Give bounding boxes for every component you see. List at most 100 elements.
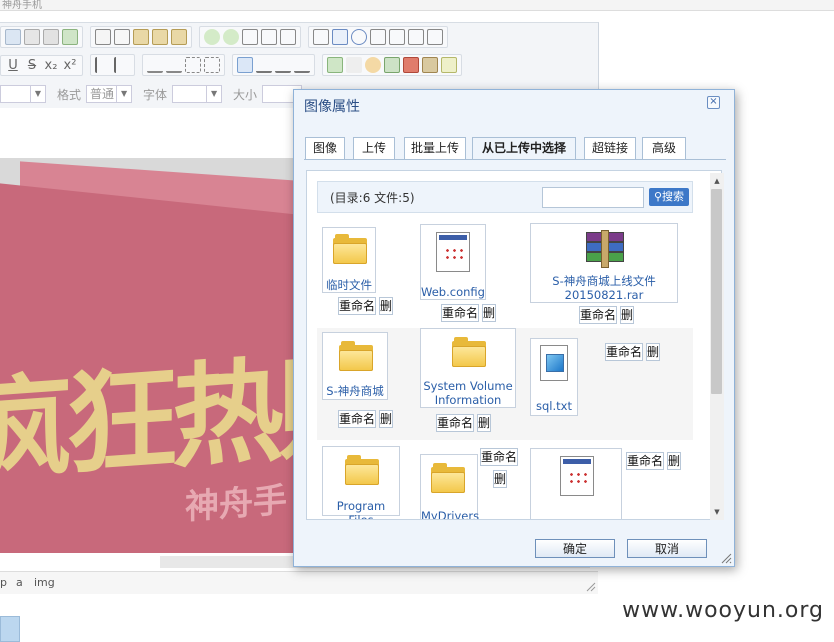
replace-icon[interactable] [261,29,277,45]
editor-resize-grip-icon[interactable] [584,580,596,592]
path-item-p[interactable]: p [0,576,7,589]
font-select[interactable]: ▼ [172,85,223,103]
file-thumb[interactable]: sql.txt [530,338,578,416]
superscript-icon[interactable]: x² [62,58,78,73]
paste-word-icon[interactable] [171,29,187,45]
blockquote-icon[interactable] [185,57,201,73]
delete-button[interactable]: 删 [646,343,660,361]
search-button[interactable]: ⚲搜索 [649,188,689,206]
flash-icon[interactable] [384,57,400,73]
tab-image[interactable]: 图像 [305,137,345,159]
delete-button[interactable]: 删 [667,452,681,470]
textfield-icon[interactable] [370,29,386,45]
path-item-a[interactable]: a [16,576,23,589]
format-select[interactable]: 普通 ▼ [86,85,133,103]
search-input[interactable] [542,187,644,208]
indent-icon[interactable] [166,57,182,73]
file-name[interactable]: 临时文件 [323,278,375,292]
redo-icon[interactable] [223,29,239,45]
rename-button[interactable]: 重命名 [626,452,664,470]
image-icon[interactable] [327,57,343,73]
delete-button[interactable]: 删 [477,414,491,432]
tab-batch-upload[interactable]: 批量上传 [404,137,466,159]
copy-icon[interactable] [114,29,130,45]
new-doc-icon[interactable] [5,29,21,45]
div-icon[interactable] [204,57,220,73]
tab-advanced[interactable]: 高级 [642,137,686,159]
file-thumb[interactable]: System Volume Information [420,328,516,408]
subscript-icon[interactable]: x₂ [43,58,59,73]
print-preview-icon[interactable] [24,29,40,45]
left-blue-button[interactable] [0,616,20,642]
file-thumb[interactable] [530,448,622,519]
align-justify-icon[interactable] [294,57,310,73]
find-icon[interactable] [242,29,258,45]
page-break-icon[interactable] [441,57,457,73]
close-icon[interactable]: × [707,96,720,109]
templates-icon[interactable] [62,29,78,45]
anchor-icon[interactable] [365,57,381,73]
style-select[interactable]: ▼ [0,85,46,103]
underline-icon[interactable]: U [5,58,21,73]
file-thumb[interactable]: Program Files [322,446,400,519]
delete-button[interactable]: 删 [379,410,393,428]
align-left-icon[interactable] [237,57,253,73]
file-name[interactable]: MyDrivers [421,509,479,519]
delete-button[interactable]: 删 [620,306,634,324]
scrollbar-thumb[interactable] [711,189,722,394]
file-list-scrollbar[interactable]: ▲ ▼ [710,173,724,520]
file-thumb[interactable]: MyDrivers [420,454,479,519]
undo-icon[interactable] [204,29,220,45]
bullet-list-icon[interactable] [114,57,130,73]
rename-button[interactable]: 重命名 [338,297,376,315]
file-name[interactable]: S-神舟商城 [323,384,387,398]
rename-button[interactable]: 重命名 [605,343,643,361]
dialog-resize-grip-icon[interactable] [720,552,732,564]
file-name[interactable]: Web.config [421,285,485,299]
ok-button[interactable]: 确定 [535,539,615,558]
align-center-icon[interactable] [256,57,272,73]
file-thumb[interactable]: Web.config [420,224,486,300]
paste-icon[interactable] [133,29,149,45]
file-thumb[interactable]: S-神舟商城 [322,332,388,400]
align-right-icon[interactable] [275,57,291,73]
rename-button[interactable]: 重命名 [436,414,474,432]
file-thumb[interactable]: S-神舟商城上线文件20150821.rar [530,223,678,303]
scroll-down-icon[interactable]: ▼ [710,506,724,518]
link-icon[interactable] [346,57,362,73]
delete-button[interactable]: 删 [379,297,393,315]
form-icon[interactable] [313,29,329,45]
folder-icon [431,463,465,493]
path-item-img[interactable]: img [34,576,55,589]
cancel-button[interactable]: 取消 [627,539,707,558]
strike-icon[interactable]: S [24,58,40,73]
file-name[interactable]: sql.txt [531,399,577,413]
tab-upload[interactable]: 上传 [353,137,395,159]
spellcheck-icon[interactable] [280,29,296,45]
tab-hyperlink[interactable]: 超链接 [584,137,636,159]
file-thumb[interactable]: 临时文件 [322,227,376,293]
cut-icon[interactable] [95,29,111,45]
rename-button[interactable]: 重命名 [338,410,376,428]
numbered-list-icon[interactable] [95,57,111,73]
button-icon[interactable] [427,29,443,45]
hr-icon[interactable] [422,57,438,73]
outdent-icon[interactable] [147,57,163,73]
file-name[interactable]: System Volume Information [421,379,515,407]
textarea-icon[interactable] [389,29,405,45]
file-name[interactable]: S-神舟商城上线文件20150821.rar [531,274,677,302]
delete-button[interactable]: 删 [493,470,507,488]
tab-select-uploaded[interactable]: 从已上传中选择 [472,137,576,160]
scroll-up-icon[interactable]: ▲ [710,175,724,187]
table-icon[interactable] [403,57,419,73]
file-name[interactable]: Program Files [323,499,399,519]
radio-icon[interactable] [351,29,367,45]
select-icon[interactable] [408,29,424,45]
checkbox-icon[interactable] [332,29,348,45]
rename-button[interactable]: 重命名 [480,448,518,466]
delete-button[interactable]: 删 [482,304,496,322]
rename-button[interactable]: 重命名 [441,304,479,322]
paste-text-icon[interactable] [152,29,168,45]
print-icon[interactable] [43,29,59,45]
rename-button[interactable]: 重命名 [579,306,617,324]
